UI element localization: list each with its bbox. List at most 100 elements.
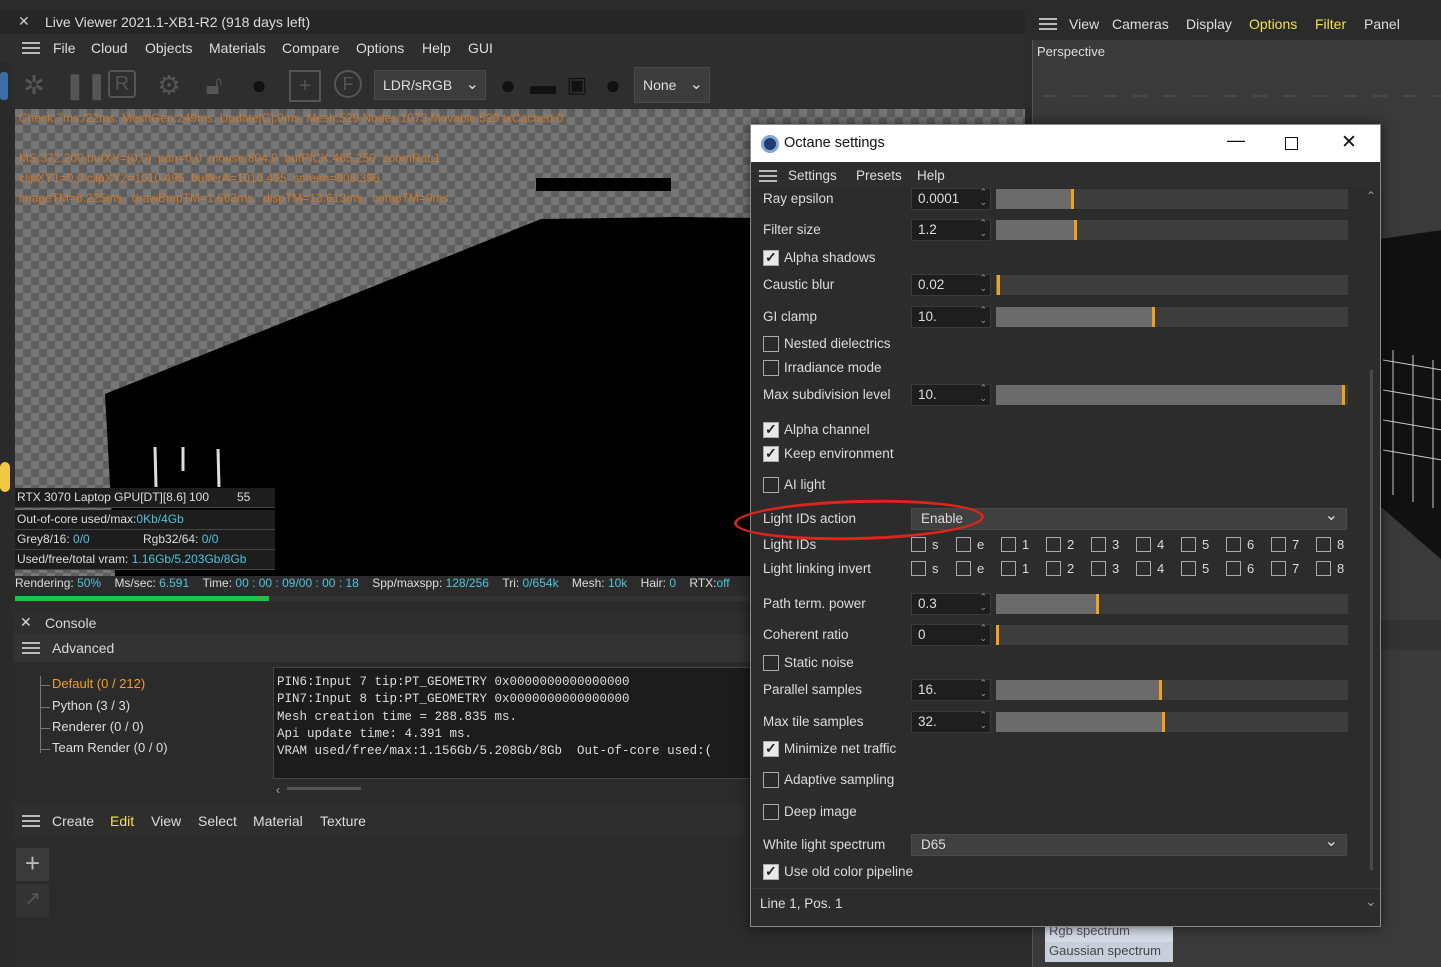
parallel-samples-input[interactable]: 16. bbox=[911, 678, 991, 701]
menu-icon[interactable] bbox=[22, 815, 40, 827]
menu-select[interactable]: Select bbox=[198, 813, 237, 829]
close-icon[interactable]: ✕ bbox=[1341, 131, 1357, 154]
irradiance-mode-checkbox[interactable] bbox=[763, 360, 779, 376]
restart-icon[interactable]: ✲ bbox=[19, 70, 49, 100]
light-invert-checkbox-2[interactable] bbox=[1046, 561, 1061, 576]
alpha-channel-checkbox[interactable] bbox=[763, 421, 779, 438]
menu-material[interactable]: Material bbox=[253, 813, 303, 829]
menu-settings[interactable]: Settings bbox=[788, 168, 837, 183]
light-invert-checkbox-e[interactable] bbox=[956, 561, 971, 576]
menu-materials[interactable]: Materials bbox=[209, 40, 266, 56]
menu-icon[interactable] bbox=[1039, 18, 1057, 30]
light-id-checkbox-3[interactable] bbox=[1091, 537, 1106, 552]
static-noise-checkbox[interactable] bbox=[763, 655, 779, 671]
console-log[interactable]: PIN6:Input 7 tip:PT_GEOMETRY 0x000000000… bbox=[273, 667, 753, 779]
list-item[interactable]: Gaussian spectrum bbox=[1045, 942, 1173, 962]
max-subdivision-slider[interactable] bbox=[996, 385, 1348, 405]
menu-help[interactable]: Help bbox=[917, 168, 945, 183]
path-term-power-input[interactable]: 0.3 bbox=[911, 592, 991, 615]
menu-texture[interactable]: Texture bbox=[320, 813, 366, 829]
coherent-ratio-slider[interactable] bbox=[996, 625, 1348, 645]
pause-icon[interactable]: ❚❚ bbox=[64, 70, 108, 100]
caustic-blur-slider[interactable] bbox=[996, 275, 1348, 295]
menu-objects[interactable]: Objects bbox=[145, 40, 192, 56]
white-light-spectrum-dropdown[interactable]: D65 bbox=[911, 831, 1347, 856]
ray-epsilon-input[interactable]: 0.0001 bbox=[911, 187, 991, 210]
max-subdivision-input[interactable]: 10. bbox=[911, 383, 991, 406]
light-invert-checkbox-4[interactable] bbox=[1136, 561, 1151, 576]
add-icon[interactable]: + bbox=[16, 848, 49, 881]
menu-gui[interactable]: GUI bbox=[468, 40, 493, 56]
tool-icon[interactable] bbox=[0, 462, 10, 492]
minimize-net-traffic-checkbox[interactable] bbox=[763, 740, 779, 757]
add-region-icon[interactable]: + bbox=[289, 70, 321, 102]
menu-cloud[interactable]: Cloud bbox=[91, 40, 128, 56]
close-icon[interactable]: ✕ bbox=[18, 13, 30, 30]
light-id-checkbox-6[interactable] bbox=[1226, 537, 1241, 552]
filter-size-slider[interactable] bbox=[996, 220, 1348, 240]
adaptive-sampling-checkbox[interactable] bbox=[763, 772, 779, 788]
light-invert-checkbox-3[interactable] bbox=[1091, 561, 1106, 576]
light-invert-checkbox-5[interactable] bbox=[1181, 561, 1196, 576]
tree-item-team-render[interactable]: Team Render (0 / 0) bbox=[40, 740, 168, 755]
light-id-checkbox-8[interactable] bbox=[1316, 537, 1331, 552]
use-old-color-pipeline-checkbox[interactable] bbox=[763, 863, 779, 880]
menu-compare[interactable]: Compare bbox=[282, 40, 340, 56]
menu-view[interactable]: View bbox=[151, 813, 181, 829]
light-id-checkbox-4[interactable] bbox=[1136, 537, 1151, 552]
lock-icon[interactable]: 🔓︎ bbox=[199, 70, 229, 100]
caustic-blur-input[interactable]: 0.02 bbox=[911, 273, 991, 296]
keep-environment-checkbox[interactable] bbox=[763, 445, 779, 462]
color-space-select[interactable]: LDR/sRGB ⌄ bbox=[374, 70, 486, 100]
gi-clamp-input[interactable]: 10. bbox=[911, 305, 991, 328]
nested-dielectrics-checkbox[interactable] bbox=[763, 336, 779, 352]
maximize-icon[interactable] bbox=[1285, 137, 1298, 150]
light-id-checkbox-1[interactable] bbox=[1001, 537, 1016, 552]
menu-filter[interactable]: Filter bbox=[1315, 16, 1346, 32]
max-tile-samples-slider[interactable] bbox=[996, 712, 1348, 732]
light-invert-checkbox-8[interactable] bbox=[1316, 561, 1331, 576]
menu-edit[interactable]: Edit bbox=[110, 813, 134, 829]
camera-icon[interactable]: ▣ bbox=[562, 70, 592, 100]
tree-item-default[interactable]: Default (0 / 212) bbox=[39, 676, 145, 691]
dialog-scrollbar[interactable]: ⌃ bbox=[1366, 189, 1378, 885]
menu-options[interactable]: Options bbox=[356, 40, 404, 56]
chevron-left-icon[interactable]: ‹ bbox=[276, 783, 280, 797]
ai-light-checkbox[interactable] bbox=[763, 477, 779, 493]
arrow-icon[interactable]: ↗ bbox=[16, 884, 49, 917]
settings-gear-icon[interactable]: ⚙ bbox=[154, 70, 184, 100]
coherent-ratio-input[interactable]: 0 bbox=[911, 623, 991, 646]
menu-display[interactable]: Display bbox=[1186, 16, 1232, 32]
menu-icon[interactable] bbox=[22, 42, 40, 54]
minimize-icon[interactable]: — bbox=[1227, 130, 1245, 151]
light-invert-checkbox-1[interactable] bbox=[1001, 561, 1016, 576]
close-icon[interactable]: ✕ bbox=[20, 614, 32, 631]
chevron-up-icon[interactable]: ⌃ bbox=[1366, 189, 1376, 203]
alpha-shadows-checkbox[interactable] bbox=[763, 249, 779, 266]
horizontal-scrollbar[interactable] bbox=[287, 787, 361, 790]
menu-icon[interactable] bbox=[759, 170, 777, 182]
tool-icon[interactable] bbox=[0, 72, 8, 100]
channel-dot-icon[interactable]: ● bbox=[493, 70, 523, 100]
deep-image-checkbox[interactable] bbox=[763, 804, 779, 820]
selection-select[interactable]: None ⌄ bbox=[634, 67, 710, 103]
tree-item-python[interactable]: Python (3 / 3) bbox=[39, 698, 130, 713]
max-tile-samples-input[interactable]: 32. bbox=[911, 710, 991, 733]
light-id-checkbox-s[interactable] bbox=[911, 537, 926, 552]
tree-item-renderer[interactable]: Renderer (0 / 0) bbox=[40, 719, 144, 734]
chevron-down-icon[interactable]: ⌄ bbox=[1365, 893, 1377, 910]
path-term-power-slider[interactable] bbox=[996, 594, 1348, 614]
menu-create[interactable]: Create bbox=[52, 813, 94, 829]
light-invert-checkbox-s[interactable] bbox=[911, 561, 926, 576]
menu-file[interactable]: File bbox=[53, 40, 76, 56]
filter-size-input[interactable]: 1.2 bbox=[911, 218, 991, 241]
ray-epsilon-slider[interactable] bbox=[996, 189, 1348, 209]
light-id-checkbox-e[interactable] bbox=[956, 537, 971, 552]
menu-options[interactable]: Options bbox=[1249, 16, 1297, 32]
light-id-checkbox-7[interactable] bbox=[1271, 537, 1286, 552]
region-render-icon[interactable]: R bbox=[108, 70, 136, 98]
menu-cameras[interactable]: Cameras bbox=[1112, 16, 1169, 32]
film-icon[interactable]: ▬ bbox=[528, 70, 558, 100]
menu-view[interactable]: View bbox=[1069, 16, 1099, 32]
menu-panel[interactable]: Panel bbox=[1364, 16, 1400, 32]
